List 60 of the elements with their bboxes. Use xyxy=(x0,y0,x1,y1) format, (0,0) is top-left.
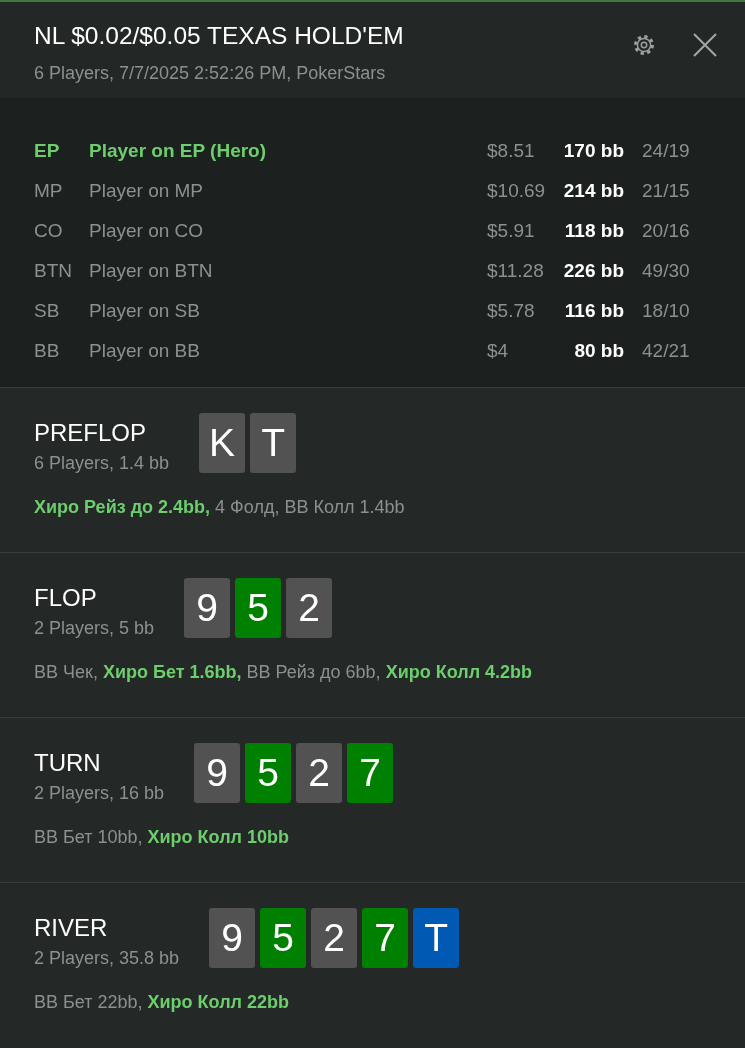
close-icon[interactable] xyxy=(693,33,717,57)
hand-subtitle: 6 Players, 7/7/2025 2:52:26 PM, PokerStars xyxy=(34,62,387,85)
player-name: Player on MP xyxy=(89,179,205,203)
street-actions: BB Бет 10bb, Хиро Колл 10bb xyxy=(34,826,290,849)
playing-card: K xyxy=(199,413,246,473)
playing-card: 5 xyxy=(260,908,307,968)
player-name: Player on EP (Hero) xyxy=(89,139,268,163)
player-position: BTN xyxy=(34,259,73,283)
player-stats: 24/19 xyxy=(641,139,691,163)
street-actions: BB Чек, Хиро Бет 1.6bb, BB Рейз до 6bb, Хиро Колл 4.2bb xyxy=(34,661,534,684)
player-position: MP xyxy=(34,179,64,203)
player-stack-bb: 214 bb xyxy=(562,179,624,203)
player-stats: 21/15 xyxy=(641,179,691,203)
player-stats: 42/21 xyxy=(641,339,691,363)
player-stats: 49/30 xyxy=(641,259,691,283)
street-summary: 2 Players, 16 bb xyxy=(34,782,165,805)
street-title: FLOP xyxy=(34,583,98,613)
playing-card: 5 xyxy=(245,743,292,803)
player-stack-bb: 118 bb xyxy=(563,219,624,243)
player-name: Player on SB xyxy=(89,299,201,323)
playing-card: 2 xyxy=(311,908,358,968)
street-summary: 2 Players, 5 bb xyxy=(34,617,155,640)
street-summary: 6 Players, 1.4 bb xyxy=(34,452,170,475)
playing-card: 5 xyxy=(235,578,282,638)
player-stack-bb: 116 bb xyxy=(563,299,624,323)
playing-card: 9 xyxy=(184,578,231,638)
player-position: BB xyxy=(34,339,61,363)
player-stats: 20/16 xyxy=(641,219,691,243)
playing-card: 9 xyxy=(209,908,256,968)
playing-card: 9 xyxy=(194,743,241,803)
playing-card: T xyxy=(413,908,460,968)
player-stack-bb: 80 bb xyxy=(573,339,624,363)
player-stack: $5.91 xyxy=(487,219,536,243)
hand-title: NL $0.02/$0.05 TEXAS HOLD'EM xyxy=(34,21,404,51)
playing-card: 7 xyxy=(347,743,394,803)
player-name: Player on BTN xyxy=(89,259,214,283)
street-title: RIVER xyxy=(34,913,109,943)
player-position: SB xyxy=(34,299,61,323)
street-actions: Хиро Рейз до 2.4bb, 4 Фолд, BB Колл 1.4bb xyxy=(34,496,406,519)
player-stack-bb: 226 bb xyxy=(562,259,624,283)
playing-card: 2 xyxy=(286,578,333,638)
player-stack: $10.69 xyxy=(487,179,547,203)
player-stack: $5.78 xyxy=(487,299,536,323)
playing-card: 2 xyxy=(296,743,343,803)
player-stack: $4 xyxy=(487,339,510,363)
settings-icon[interactable] xyxy=(633,34,655,56)
street-actions: BB Бет 22bb, Хиро Колл 22bb xyxy=(34,991,290,1014)
player-stack-bb: 170 bb xyxy=(562,139,624,163)
player-name: Player on BB xyxy=(89,339,201,363)
street-title: TURN xyxy=(34,748,102,778)
street-summary: 2 Players, 35.8 bb xyxy=(34,947,180,970)
player-name: Player on CO xyxy=(89,219,205,243)
player-position: CO xyxy=(34,219,64,243)
playing-card: T xyxy=(250,413,297,473)
player-stack: $8.51 xyxy=(487,139,536,163)
player-position: EP xyxy=(34,139,61,163)
player-stack: $11.28 xyxy=(487,259,545,283)
playing-card: 7 xyxy=(362,908,409,968)
player-stats: 18/10 xyxy=(641,299,691,323)
street-title: PREFLOP xyxy=(34,418,148,448)
